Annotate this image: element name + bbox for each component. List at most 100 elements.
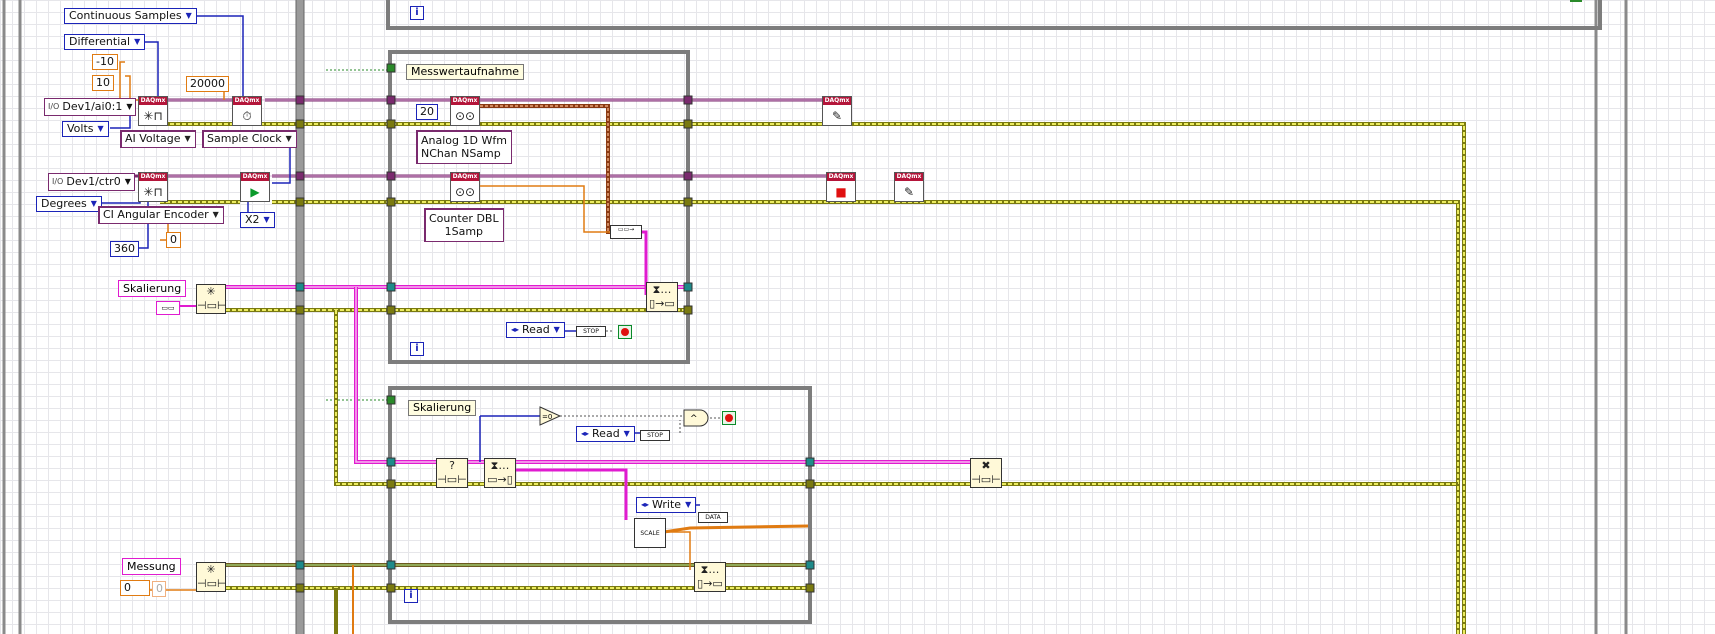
skalierung-control[interactable]: Skalierung [118, 280, 187, 297]
release-queue[interactable]: ✖ ⊣▭⊢ [970, 458, 1002, 488]
daq-read-analog-vi[interactable]: DAQmx ⊙⊙ [450, 96, 480, 126]
dropdown-arrow-icon[interactable]: ▼ [685, 498, 691, 512]
loop1-stop-terminal[interactable] [618, 325, 632, 339]
counter-line1: Counter DBL [429, 212, 499, 225]
skalierung-cluster-constant[interactable]: ▭▭ [156, 301, 180, 315]
messung-value-b: 0 [156, 582, 163, 595]
stop-text: STOP [647, 432, 663, 439]
samples-constant[interactable]: 20 [416, 104, 438, 120]
daq-clear-counter-vi[interactable]: DAQmx ✎ [894, 172, 924, 202]
loop2-read-label: Read [592, 427, 620, 440]
write-enum[interactable]: ◂▸ Write ▼ [636, 497, 697, 513]
daq-start-vi[interactable]: DAQmx ▶ [240, 172, 270, 202]
counter-dbl-selector[interactable]: Counter DBL 1Samp [424, 208, 504, 242]
loop2-stop-terminal[interactable] [722, 411, 736, 425]
loop1-read-enum[interactable]: ◂▸ Read ▼ [506, 322, 565, 338]
stop-square-icon: ■ [835, 185, 847, 199]
iteration-text: i [415, 343, 419, 354]
dequeue-icon: ⧗… ▭→▯ [487, 459, 513, 486]
io-icon: I/O [52, 177, 64, 186]
io-icon: I/O [48, 102, 60, 111]
ai-channel-constant[interactable]: I/O Dev1/ai0:1 ▼ [44, 98, 137, 116]
ai-voltage-label: AI Voltage [125, 132, 181, 145]
start-icon: ▶ [250, 185, 260, 199]
messung-cluster-constant[interactable]: 0 [120, 580, 150, 596]
daq-header: DAQmx [827, 173, 855, 181]
preview-queue[interactable]: ? ⊣▭⊢ [436, 458, 468, 488]
daq-create-channel-vi[interactable]: DAQmx ✳⊓ [138, 96, 168, 126]
samples-text: 20 [420, 105, 434, 118]
dropdown-arrow-icon[interactable]: ▼ [264, 213, 270, 227]
loop1-stop-local[interactable]: STOP [576, 326, 606, 337]
daq-clear-analog-vi[interactable]: DAQmx ✎ [822, 96, 852, 126]
top-loop-iteration-terminal: i [410, 6, 424, 20]
updown-arrow-icon: ◂▸ [511, 325, 520, 334]
dropdown-arrow-icon[interactable]: ▼ [624, 427, 630, 441]
dropdown-arrow-icon[interactable]: ▼ [98, 122, 104, 136]
units-label: Volts [67, 122, 94, 135]
dropdown-arrow-icon[interactable]: ▼ [134, 35, 140, 49]
block-diagram[interactable]: =0 ^ Continuous Samples ▼ Differential ▼ -… [0, 0, 1715, 634]
daq-header: DAQmx [451, 97, 479, 105]
daq-header: DAQmx [451, 173, 479, 181]
iteration-text: i [409, 590, 413, 601]
sample-clock-selector[interactable]: Sample Clock ▼ [202, 130, 297, 148]
loop2-read-enum[interactable]: ◂▸ Read ▼ [576, 426, 635, 442]
bundle-node[interactable]: ▭▭→ [610, 225, 642, 239]
updown-arrow-icon: ◂▸ [641, 500, 650, 509]
obtain-queue-1[interactable]: ✳ ⊣▭⊢ [196, 284, 227, 314]
dropdown-arrow-icon[interactable]: ▼ [125, 175, 131, 189]
dropdown-arrow-icon[interactable]: ▼ [91, 197, 97, 211]
messung-value-a: 0 [124, 581, 131, 594]
clear-eraser-icon: ✎ [831, 109, 843, 123]
loop2-stop-local[interactable]: STOP [640, 430, 670, 441]
dropdown-arrow-icon[interactable]: ▼ [185, 132, 191, 146]
dropdown-arrow-icon[interactable]: ▼ [213, 208, 219, 222]
dropdown-arrow-icon[interactable]: ▼ [554, 323, 560, 337]
min-value-constant[interactable]: -10 [92, 54, 118, 70]
max-value-text: 10 [96, 76, 110, 89]
iteration-text: i [415, 7, 419, 18]
messung-cluster-constant-b[interactable]: 0 [152, 581, 166, 597]
initial-angle-text: 0 [170, 233, 177, 246]
enqueue-2[interactable]: ⧗… ▯→▭ [694, 562, 726, 592]
decoding-enum[interactable]: X2 ▼ [240, 212, 275, 228]
updown-arrow-icon: ◂▸ [581, 429, 590, 438]
analog-wfm-selector[interactable]: Analog 1D Wfm NChan NSamp [416, 130, 512, 164]
loop1-read-label: Read [522, 323, 550, 336]
pulses-text: 360 [114, 242, 135, 255]
initial-angle-constant[interactable]: 0 [166, 232, 181, 248]
clock-icon: ⏱ [242, 109, 252, 123]
max-value-constant[interactable]: 10 [92, 75, 114, 91]
dropdown-arrow-icon[interactable]: ▼ [286, 132, 292, 146]
daq-stop-vi[interactable]: DAQmx ■ [826, 172, 856, 202]
data-local[interactable]: DATA [698, 512, 728, 523]
dropdown-arrow-icon[interactable]: ▼ [126, 100, 132, 114]
clear-eraser-icon: ✎ [903, 185, 915, 199]
dropdown-arrow-icon[interactable]: ▼ [186, 9, 192, 23]
min-value-text: -10 [96, 55, 114, 68]
enqueue-1[interactable]: ⧗… ▯→▭ [646, 282, 678, 312]
dequeue-1[interactable]: ⧗… ▭→▯ [484, 458, 516, 488]
ctr-channel-constant[interactable]: I/O Dev1/ctr0 ▼ [48, 173, 135, 191]
units-enum[interactable]: Volts ▼ [62, 121, 109, 137]
wfm-line2: NChan NSamp [421, 147, 501, 160]
wfm-line1: Analog 1D Wfm [421, 134, 507, 147]
degrees-enum[interactable]: Degrees ▼ [36, 196, 102, 212]
daq-create-counter-vi[interactable]: DAQmx ✳⊓ [138, 172, 168, 202]
obtain-queue-2[interactable]: ✳ ⊣▭⊢ [196, 562, 227, 592]
scale-subvi[interactable]: SCALE [634, 518, 666, 548]
rate-constant[interactable]: 20000 [186, 76, 229, 92]
terminal-config-enum[interactable]: Differential ▼ [64, 34, 146, 50]
ci-angular-selector[interactable]: CI Angular Encoder ▼ [98, 206, 224, 224]
preview-queue-icon: ? ⊣▭⊢ [437, 459, 467, 486]
pulses-constant[interactable]: 360 [110, 241, 139, 257]
sample-mode-enum[interactable]: Continuous Samples ▼ [64, 8, 197, 24]
daq-timing-vi[interactable]: DAQmx ⏱ [232, 96, 262, 126]
loop1-label: Messwertaufnahme [406, 64, 525, 80]
ai-voltage-selector[interactable]: AI Voltage ▼ [120, 130, 196, 148]
messung-control[interactable]: Messung [122, 558, 181, 575]
loop1-label-text: Messwertaufnahme [411, 65, 520, 78]
daq-read-counter-vi[interactable]: DAQmx ⊙⊙ [450, 172, 480, 202]
ci-angular-label: CI Angular Encoder [103, 208, 209, 221]
